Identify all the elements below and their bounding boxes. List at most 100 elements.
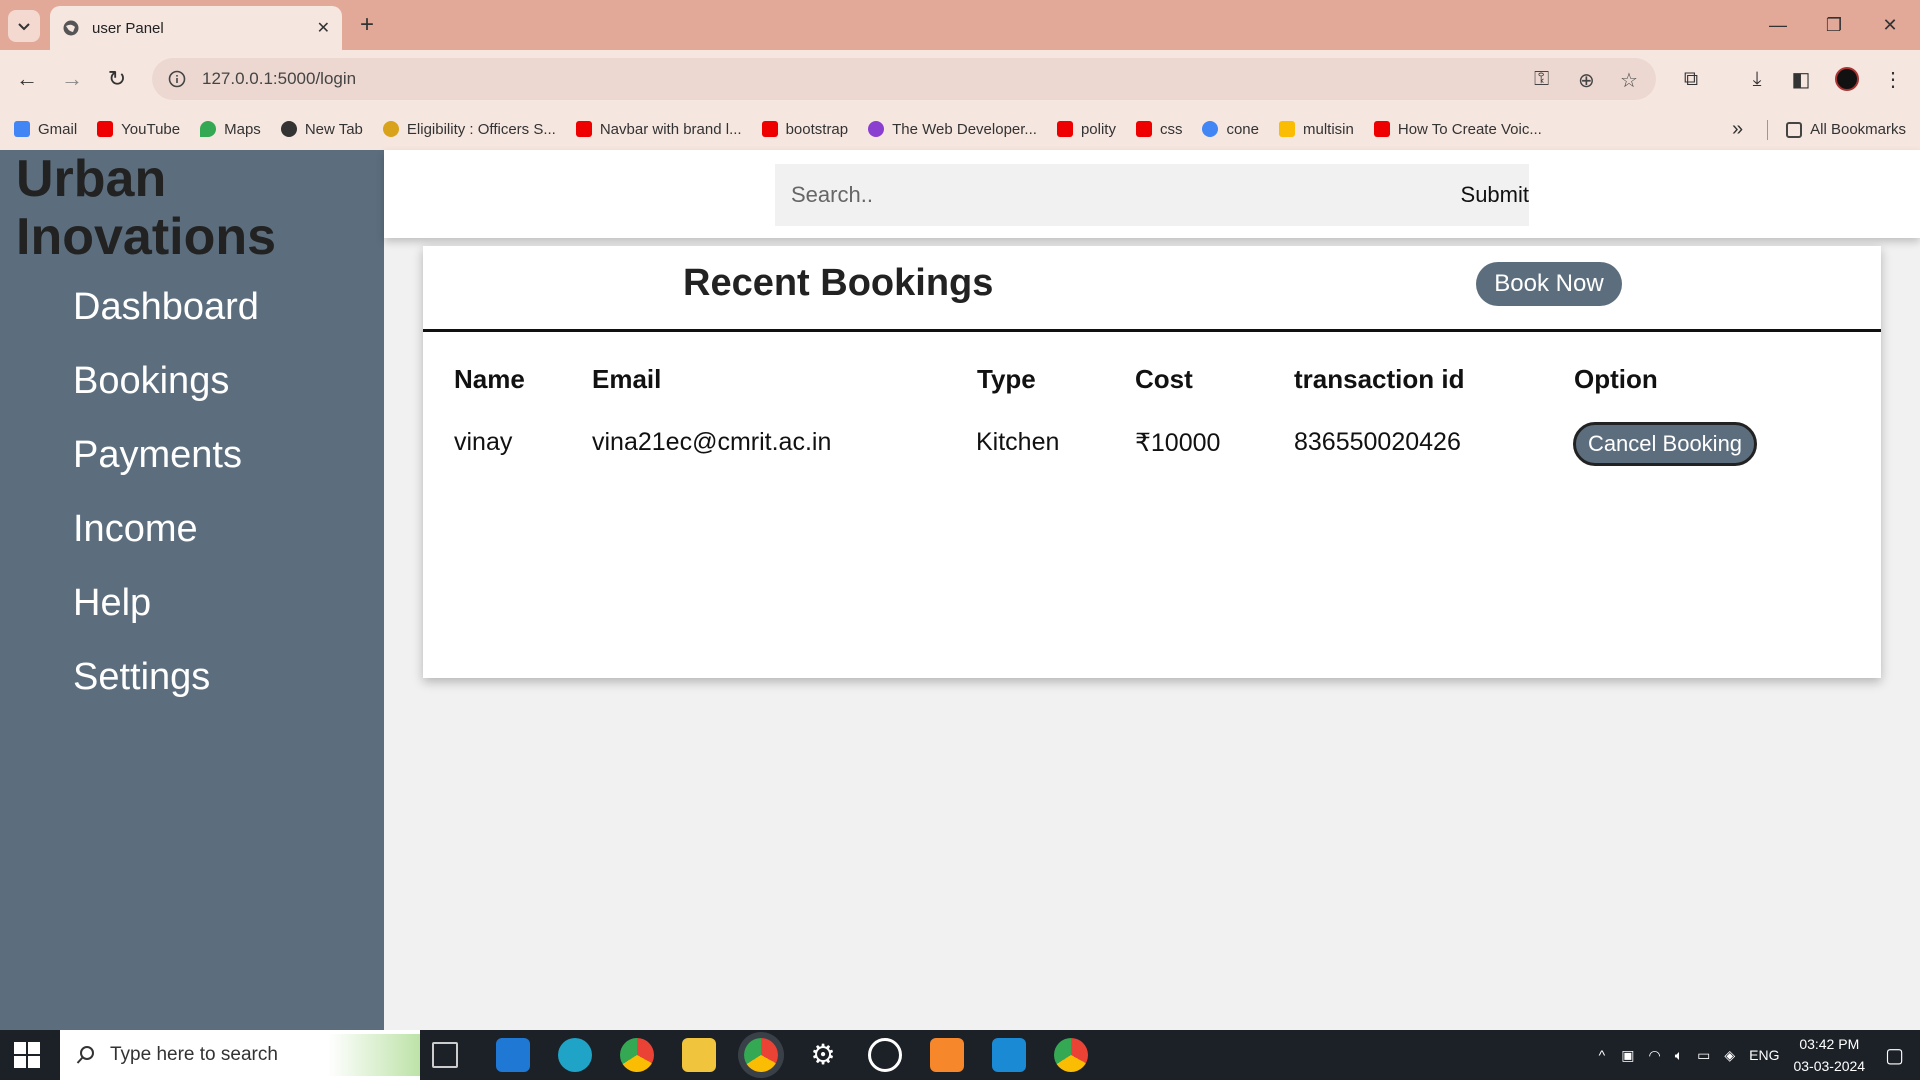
- bookmark-voice[interactable]: How To Create Voic...: [1373, 121, 1542, 138]
- google-icon: [1202, 121, 1219, 137]
- sidebar-item-bookings[interactable]: Bookings: [73, 356, 259, 430]
- youtube-icon: [761, 121, 778, 137]
- bookmark-youtube[interactable]: YouTube: [97, 121, 180, 138]
- bookmark-maps[interactable]: Maps: [200, 121, 261, 138]
- chevron-up-icon[interactable]: ^: [1599, 1047, 1606, 1063]
- clock[interactable]: 03:42 PM 03-03-2024: [1793, 1033, 1865, 1077]
- chrome-icon[interactable]: [620, 1038, 654, 1072]
- more-bookmarks-icon[interactable]: »: [1732, 118, 1743, 141]
- youtube-icon: [575, 121, 592, 137]
- windows-start-icon[interactable]: [14, 1042, 40, 1068]
- bookmark-cone[interactable]: cone: [1202, 121, 1259, 138]
- password-key-icon[interactable]: ⚿: [1534, 68, 1549, 91]
- restore-button[interactable]: ❐: [1814, 10, 1854, 40]
- cancel-booking-button[interactable]: Cancel Booking: [1573, 422, 1757, 466]
- all-bookmarks[interactable]: All Bookmarks: [1786, 121, 1906, 138]
- profile-avatar[interactable]: [1832, 64, 1862, 94]
- forward-button[interactable]: →: [57, 64, 87, 94]
- bookmark-css[interactable]: css: [1135, 121, 1182, 138]
- globe-icon: [63, 20, 79, 36]
- media-player-icon[interactable]: [868, 1038, 902, 1072]
- sidebar-item-payments[interactable]: Payments: [73, 430, 259, 504]
- bookmark-polity[interactable]: polity: [1056, 121, 1116, 138]
- maps-pin-icon: [200, 121, 217, 137]
- task-view-icon[interactable]: [432, 1042, 458, 1068]
- drive-icon: [1279, 121, 1295, 137]
- tab-search-button[interactable]: [8, 10, 40, 42]
- chrome-profile-icon[interactable]: [744, 1038, 778, 1072]
- minimize-button[interactable]: —: [1758, 10, 1798, 40]
- sidebar: Urban Inovations Dashboard Bookings Paym…: [0, 150, 384, 1030]
- language-indicator[interactable]: ENG: [1749, 1047, 1779, 1063]
- sidebar-item-income[interactable]: Income: [73, 504, 259, 578]
- security-icon[interactable]: ◈: [1724, 1047, 1735, 1064]
- youtube-icon: [1135, 121, 1152, 137]
- folder-icon: [1786, 121, 1803, 138]
- column-header-type: Type: [977, 364, 1036, 394]
- extensions-icon[interactable]: ⧉: [1676, 64, 1706, 94]
- column-header-transaction-id: transaction id: [1294, 364, 1465, 394]
- search-icon: [76, 1046, 94, 1064]
- bookmark-gmail[interactable]: Gmail: [14, 121, 77, 138]
- column-header-email: Email: [592, 364, 662, 394]
- browser-tab[interactable]: user Panel ✕: [50, 6, 342, 50]
- cell-transaction-id: 836550020426: [1294, 428, 1461, 456]
- xampp-icon[interactable]: [930, 1038, 964, 1072]
- bookmark-navbar[interactable]: Navbar with brand l...: [575, 121, 742, 138]
- top-bar: Submit: [384, 150, 1920, 238]
- divider: [1767, 119, 1769, 140]
- chrome-icon[interactable]: [1054, 1038, 1088, 1072]
- url-text: 127.0.0.1:5000/login: [202, 69, 357, 88]
- sidebar-item-help[interactable]: Help: [73, 578, 259, 652]
- side-panel-icon[interactable]: ◧: [1786, 64, 1816, 94]
- cell-name: vinay: [454, 428, 513, 456]
- bookmark-star-icon[interactable]: ☆: [1620, 68, 1638, 93]
- recent-bookings-card: Recent Bookings Book Now Name Email Type…: [423, 246, 1881, 678]
- zoom-icon[interactable]: ⊕: [1578, 68, 1595, 93]
- volume-icon[interactable]: 🔈︎: [1675, 1047, 1683, 1064]
- edge-icon[interactable]: [558, 1038, 592, 1072]
- menu-icon[interactable]: ⋮: [1878, 64, 1908, 94]
- site-icon: [382, 121, 399, 137]
- column-header-option: Option: [1574, 364, 1658, 394]
- system-tray: ^ ▣ ◠ 🔈︎ ▭ ◈ ENG 03:42 PM 03-03-2024 ▢: [1599, 1030, 1904, 1080]
- sidebar-item-settings[interactable]: Settings: [73, 652, 259, 726]
- search-form: Submit: [775, 164, 1529, 226]
- column-header-cost: Cost: [1135, 364, 1193, 394]
- vscode-icon[interactable]: [992, 1038, 1026, 1072]
- wifi-icon[interactable]: ◠: [1648, 1047, 1660, 1064]
- site-info-icon[interactable]: [168, 70, 186, 88]
- divider: [423, 329, 1881, 332]
- submit-button[interactable]: Submit: [1461, 182, 1529, 208]
- bookmark-web-developer[interactable]: The Web Developer...: [868, 121, 1037, 138]
- clock-time: 03:42 PM: [1799, 1036, 1860, 1052]
- bookmark-bootstrap[interactable]: bootstrap: [761, 121, 848, 138]
- download-icon[interactable]: ⤓: [1742, 64, 1772, 94]
- search-highlight-image: [328, 1034, 420, 1076]
- file-explorer-icon[interactable]: [682, 1038, 716, 1072]
- sidebar-item-dashboard[interactable]: Dashboard: [73, 282, 259, 356]
- address-bar[interactable]: 127.0.0.1:5000/login ⚿ ⊕ ☆: [152, 58, 1656, 100]
- tab-close-icon[interactable]: ✕: [317, 18, 330, 38]
- settings-gear-icon[interactable]: ⚙: [806, 1038, 840, 1072]
- new-tab-button[interactable]: +: [352, 10, 382, 40]
- bookmark-eligibility[interactable]: Eligibility : Officers S...: [382, 121, 556, 138]
- browser-toolbar: ← → ↻ 127.0.0.1:5000/login ⚿ ⊕ ☆ ⧉ ⤓ ◧ ⋮: [0, 50, 1920, 108]
- youtube-icon: [97, 121, 114, 137]
- back-button[interactable]: ←: [12, 64, 42, 94]
- battery-icon[interactable]: ▭: [1697, 1047, 1710, 1064]
- close-window-button[interactable]: ✕: [1870, 10, 1910, 40]
- sidebar-nav: Dashboard Bookings Payments Income Help …: [73, 282, 259, 726]
- meet-now-icon[interactable]: ▣: [1621, 1047, 1634, 1064]
- book-now-button[interactable]: Book Now: [1476, 262, 1622, 306]
- notifications-icon[interactable]: ▢: [1885, 1043, 1904, 1068]
- bookmark-new-tab[interactable]: New Tab: [280, 121, 363, 138]
- bookmark-multisin[interactable]: multisin: [1279, 121, 1354, 138]
- card-title: Recent Bookings: [683, 262, 994, 304]
- cell-type: Kitchen: [976, 428, 1060, 456]
- globe-icon: [280, 121, 297, 137]
- mail-icon[interactable]: [496, 1038, 530, 1072]
- reload-button[interactable]: ↻: [102, 64, 132, 94]
- google-icon: [14, 121, 30, 137]
- search-input[interactable]: [775, 164, 1461, 226]
